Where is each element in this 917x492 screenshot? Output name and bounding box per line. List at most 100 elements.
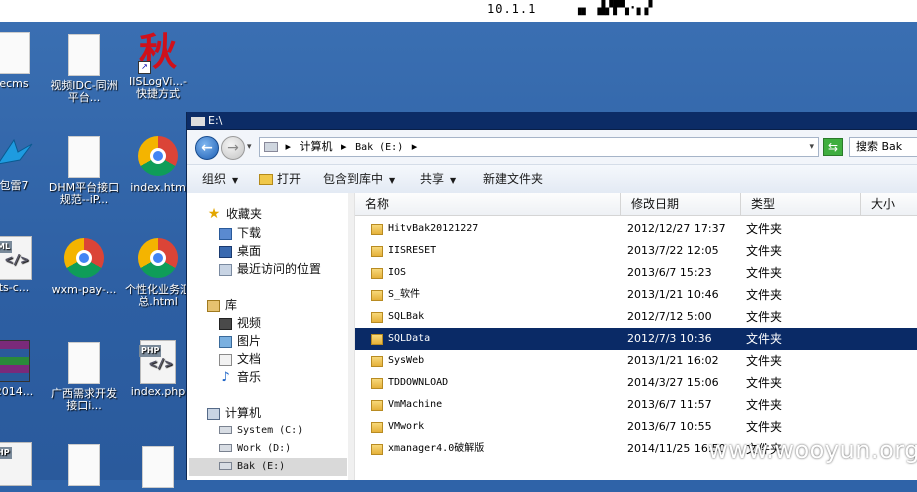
refresh-button[interactable]: ⇆ [823, 138, 843, 156]
organize-button[interactable]: 组织 ▼ [202, 165, 238, 193]
file-row[interactable]: IOS 2013/6/7 15:23 文件夹 [355, 262, 917, 284]
address-dropdown-icon[interactable]: ▾ [809, 138, 814, 156]
nav-computer[interactable]: 计算机 [207, 404, 261, 422]
desktop-icon-personal[interactable]: 个性化业务汇总.html [122, 238, 194, 308]
file-name: SQLBak [388, 311, 425, 322]
watermark: www.wooyun.org [708, 436, 917, 464]
nav-drive-e[interactable]: Bak (E:) [189, 458, 347, 476]
desktop-icon-guangxi[interactable]: 广西需求开发接口i... [48, 342, 120, 412]
column-name[interactable]: 名称 [355, 193, 621, 215]
nav-videos[interactable]: 视频 [219, 314, 261, 332]
nav-label: System (C:) [237, 425, 304, 436]
file-row[interactable]: HitvBak20121227 2012/12/27 17:37 文件夹 [355, 218, 917, 240]
recent-places-icon [219, 263, 232, 276]
desktop-icon-2014[interactable]: 2014... [0, 340, 50, 398]
file-row[interactable]: IISRESET 2013/7/22 12:05 文件夹 [355, 240, 917, 262]
file-name: TDDOWNLOAD [388, 377, 449, 388]
breadcrumb-drive[interactable]: Bak (E:) [355, 142, 403, 153]
document-icon [0, 32, 30, 74]
desktop-icon-label: 2014... [0, 385, 34, 398]
folder-icon [371, 246, 383, 257]
open-button[interactable]: 打开 [259, 165, 301, 193]
folder-icon [371, 268, 383, 279]
breadcrumb-end-arrow[interactable]: ▸ [412, 140, 418, 153]
drive-icon [219, 426, 232, 434]
address-bar[interactable]: ▸ 计算机 ▸ Bak (E:) ▸ ▾ [259, 137, 819, 157]
nav-pictures[interactable]: 图片 [219, 332, 261, 350]
file-date: 2012/7/3 10:36 [627, 332, 712, 345]
nav-desktop[interactable]: 桌面 [219, 242, 261, 260]
file-row[interactable]: SQLBak 2012/7/12 5:00 文件夹 [355, 306, 917, 328]
desktop-icon-label: ts-c... [0, 281, 30, 294]
back-button[interactable]: ← [195, 136, 219, 160]
desktop-icon [219, 245, 232, 258]
history-dropdown-icon[interactable]: ▾ [247, 142, 252, 152]
folder-icon [371, 312, 383, 323]
nav-drive-d[interactable]: Work (D:) [219, 440, 291, 458]
new-folder-button[interactable]: 新建文件夹 [483, 165, 543, 193]
breadcrumb-computer[interactable]: 计算机 [300, 140, 333, 153]
desktop-icon-label: 个性化业务汇总.html [125, 283, 191, 308]
file-row[interactable]: VMwork 2013/6/7 10:55 文件夹 [355, 416, 917, 438]
document-icon [142, 446, 174, 488]
breadcrumb-sep-arrow[interactable]: ▸ [341, 140, 347, 153]
nav-label: Work (D:) [237, 443, 292, 454]
pane-splitter[interactable] [348, 193, 355, 480]
chevron-down-icon: ▼ [232, 176, 239, 185]
nav-label: 最近访问的位置 [237, 262, 322, 276]
desktop-icon-ts[interactable]: ML </> ts-c... [0, 236, 50, 294]
nav-favorites[interactable]: ★ 收藏夹 [207, 205, 262, 223]
column-date[interactable]: 修改日期 [621, 193, 741, 215]
nav-label: Bak (E:) [237, 461, 286, 472]
file-name: S_软件 [388, 289, 421, 300]
nav-downloads[interactable]: 下载 [219, 224, 261, 242]
file-row[interactable]: SQLData 2012/7/3 10:36 文件夹 [355, 328, 917, 350]
file-row[interactable]: VmMachine 2013/6/7 11:57 文件夹 [355, 394, 917, 416]
desktop-icon-index-php[interactable]: PHP </> index.php [122, 340, 194, 398]
nav-music[interactable]: ♪ 音乐 [219, 368, 261, 386]
column-header-row: 名称 修改日期 类型 大小 [355, 193, 917, 216]
nav-label: 文档 [237, 352, 262, 366]
file-row[interactable]: TDDOWNLOAD 2014/3/27 15:06 文件夹 [355, 372, 917, 394]
desktop-icon-index-htm[interactable]: index.htm [122, 136, 194, 194]
include-in-library-button[interactable]: 包含到库中 ▼ [323, 165, 395, 193]
share-button[interactable]: 共享 ▼ [420, 165, 456, 193]
computer-icon [207, 407, 220, 420]
desktop-icon-label: ecms [0, 77, 29, 90]
desktop-icon-doc4[interactable] [122, 446, 194, 492]
file-row[interactable]: SysWeb 2013/1/21 16:02 文件夹 [355, 350, 917, 372]
desktop-icon-label: wxm-pay-... [51, 283, 117, 296]
nav-libraries[interactable]: 库 [207, 296, 237, 314]
file-row[interactable]: S_软件 2013/1/21 10:46 文件夹 [355, 284, 917, 306]
desktop-icon-idc[interactable]: 视频IDC-同洲平台... [48, 34, 120, 104]
desktop-icon-doc3[interactable] [48, 444, 120, 490]
desktop-icon-ecms[interactable]: ecms [0, 32, 50, 90]
desktop-icon-php2[interactable]: HP [0, 442, 50, 488]
desktop-icon-iislog[interactable]: 秋 ↗ IISLogVi...- 快捷方式 [122, 30, 194, 100]
desktop-icon-bird[interactable]: 包雷7 [0, 134, 50, 192]
window-titlebar[interactable]: E:\ [187, 112, 917, 130]
nav-documents[interactable]: 文档 [219, 350, 261, 368]
nav-label: 计算机 [225, 406, 262, 420]
desktop-icon-wxm[interactable]: wxm-pay-... [48, 238, 120, 296]
file-name: xmanager4.0破解版 [388, 443, 485, 454]
file-date: 2013/1/21 16:02 [627, 354, 719, 367]
breadcrumb-root-arrow[interactable]: ▸ [286, 140, 292, 153]
chrome-icon [138, 136, 178, 176]
desktop-icon-dhm[interactable]: DHM平台接口规范--iP... [48, 136, 120, 206]
html-file-icon: ML </> [0, 236, 32, 280]
file-type: 文件夹 [746, 332, 783, 346]
nav-drive-c[interactable]: System (C:) [219, 422, 303, 440]
forward-button[interactable]: → [221, 136, 245, 160]
file-type: 文件夹 [746, 420, 783, 434]
file-type: 文件夹 [746, 222, 783, 236]
nav-recent[interactable]: 最近访问的位置 [219, 260, 321, 278]
column-size[interactable]: 大小 [861, 193, 917, 215]
computer-small-icon [264, 142, 278, 152]
desktop-icon-label: index.php [130, 385, 186, 398]
search-input[interactable]: 搜索 Bak [849, 137, 917, 157]
column-type[interactable]: 类型 [741, 193, 861, 215]
file-name: VMwork [388, 421, 425, 432]
shortcut-arrow-icon: ↗ [138, 61, 151, 74]
chrome-icon [64, 238, 104, 278]
